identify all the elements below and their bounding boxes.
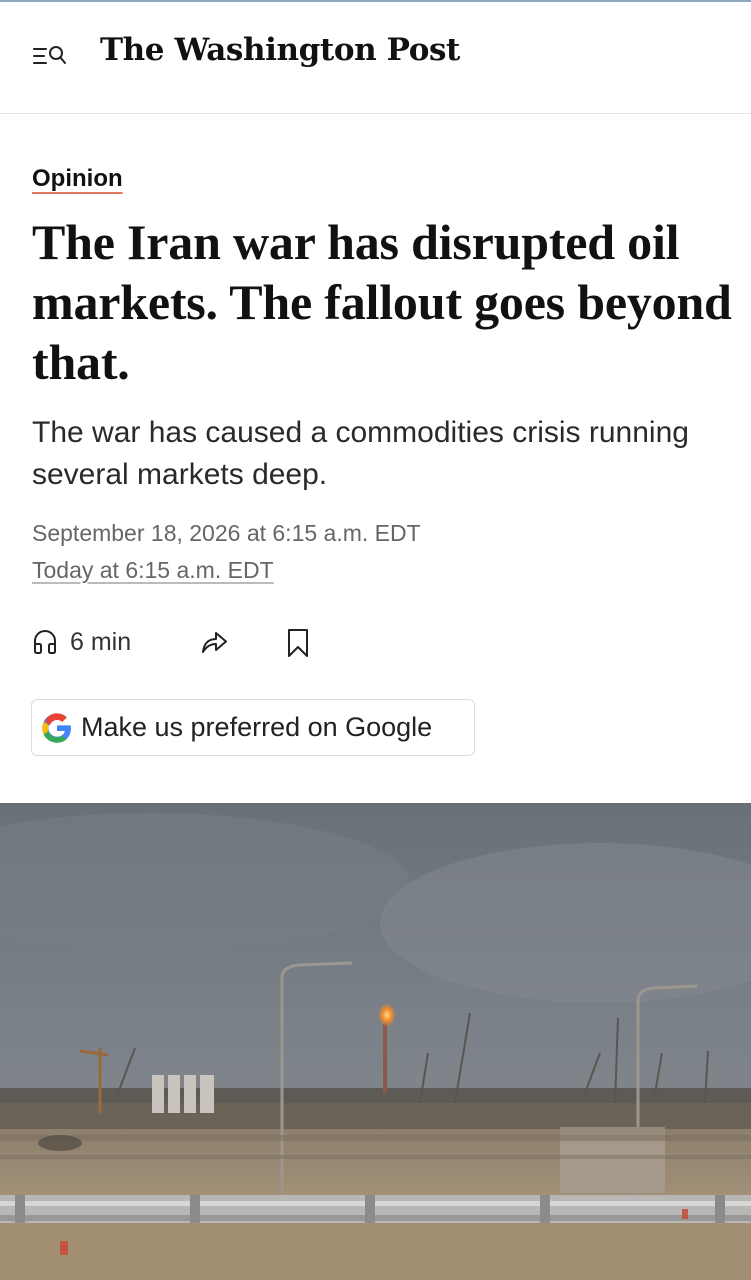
menu-search-icon[interactable] xyxy=(32,42,68,70)
headphones-icon xyxy=(34,630,56,654)
lead-photo[interactable] xyxy=(0,803,751,1280)
published-date: September 18, 2026 at 6:15 a.m. EDT xyxy=(32,520,421,546)
google-preferred-source-button[interactable]: Make us preferred on Google xyxy=(31,699,475,756)
listen-button[interactable]: 6 min xyxy=(32,622,131,662)
article-subheadline: The war has caused a commodities crisis … xyxy=(32,416,689,491)
article-action-bar: 6 min xyxy=(32,622,352,662)
google-preferred-label: Make us preferred on Google xyxy=(81,712,433,742)
masthead-logo[interactable]: The Washington Post xyxy=(100,32,460,68)
site-header: The Washington Post xyxy=(0,2,751,114)
listen-duration: 6 min xyxy=(70,627,132,656)
share-icon[interactable] xyxy=(198,626,230,658)
updated-date[interactable]: Today at 6:15 a.m. EDT xyxy=(32,552,421,589)
section-kicker-link[interactable]: Opinion xyxy=(32,165,123,193)
article-headline: The Iran war has disrupted oil markets. … xyxy=(32,214,732,390)
google-g-icon xyxy=(42,712,71,743)
bookmark-icon[interactable] xyxy=(286,628,310,658)
article-timestamps: September 18, 2026 at 6:15 a.m. EDT Toda… xyxy=(32,515,421,589)
